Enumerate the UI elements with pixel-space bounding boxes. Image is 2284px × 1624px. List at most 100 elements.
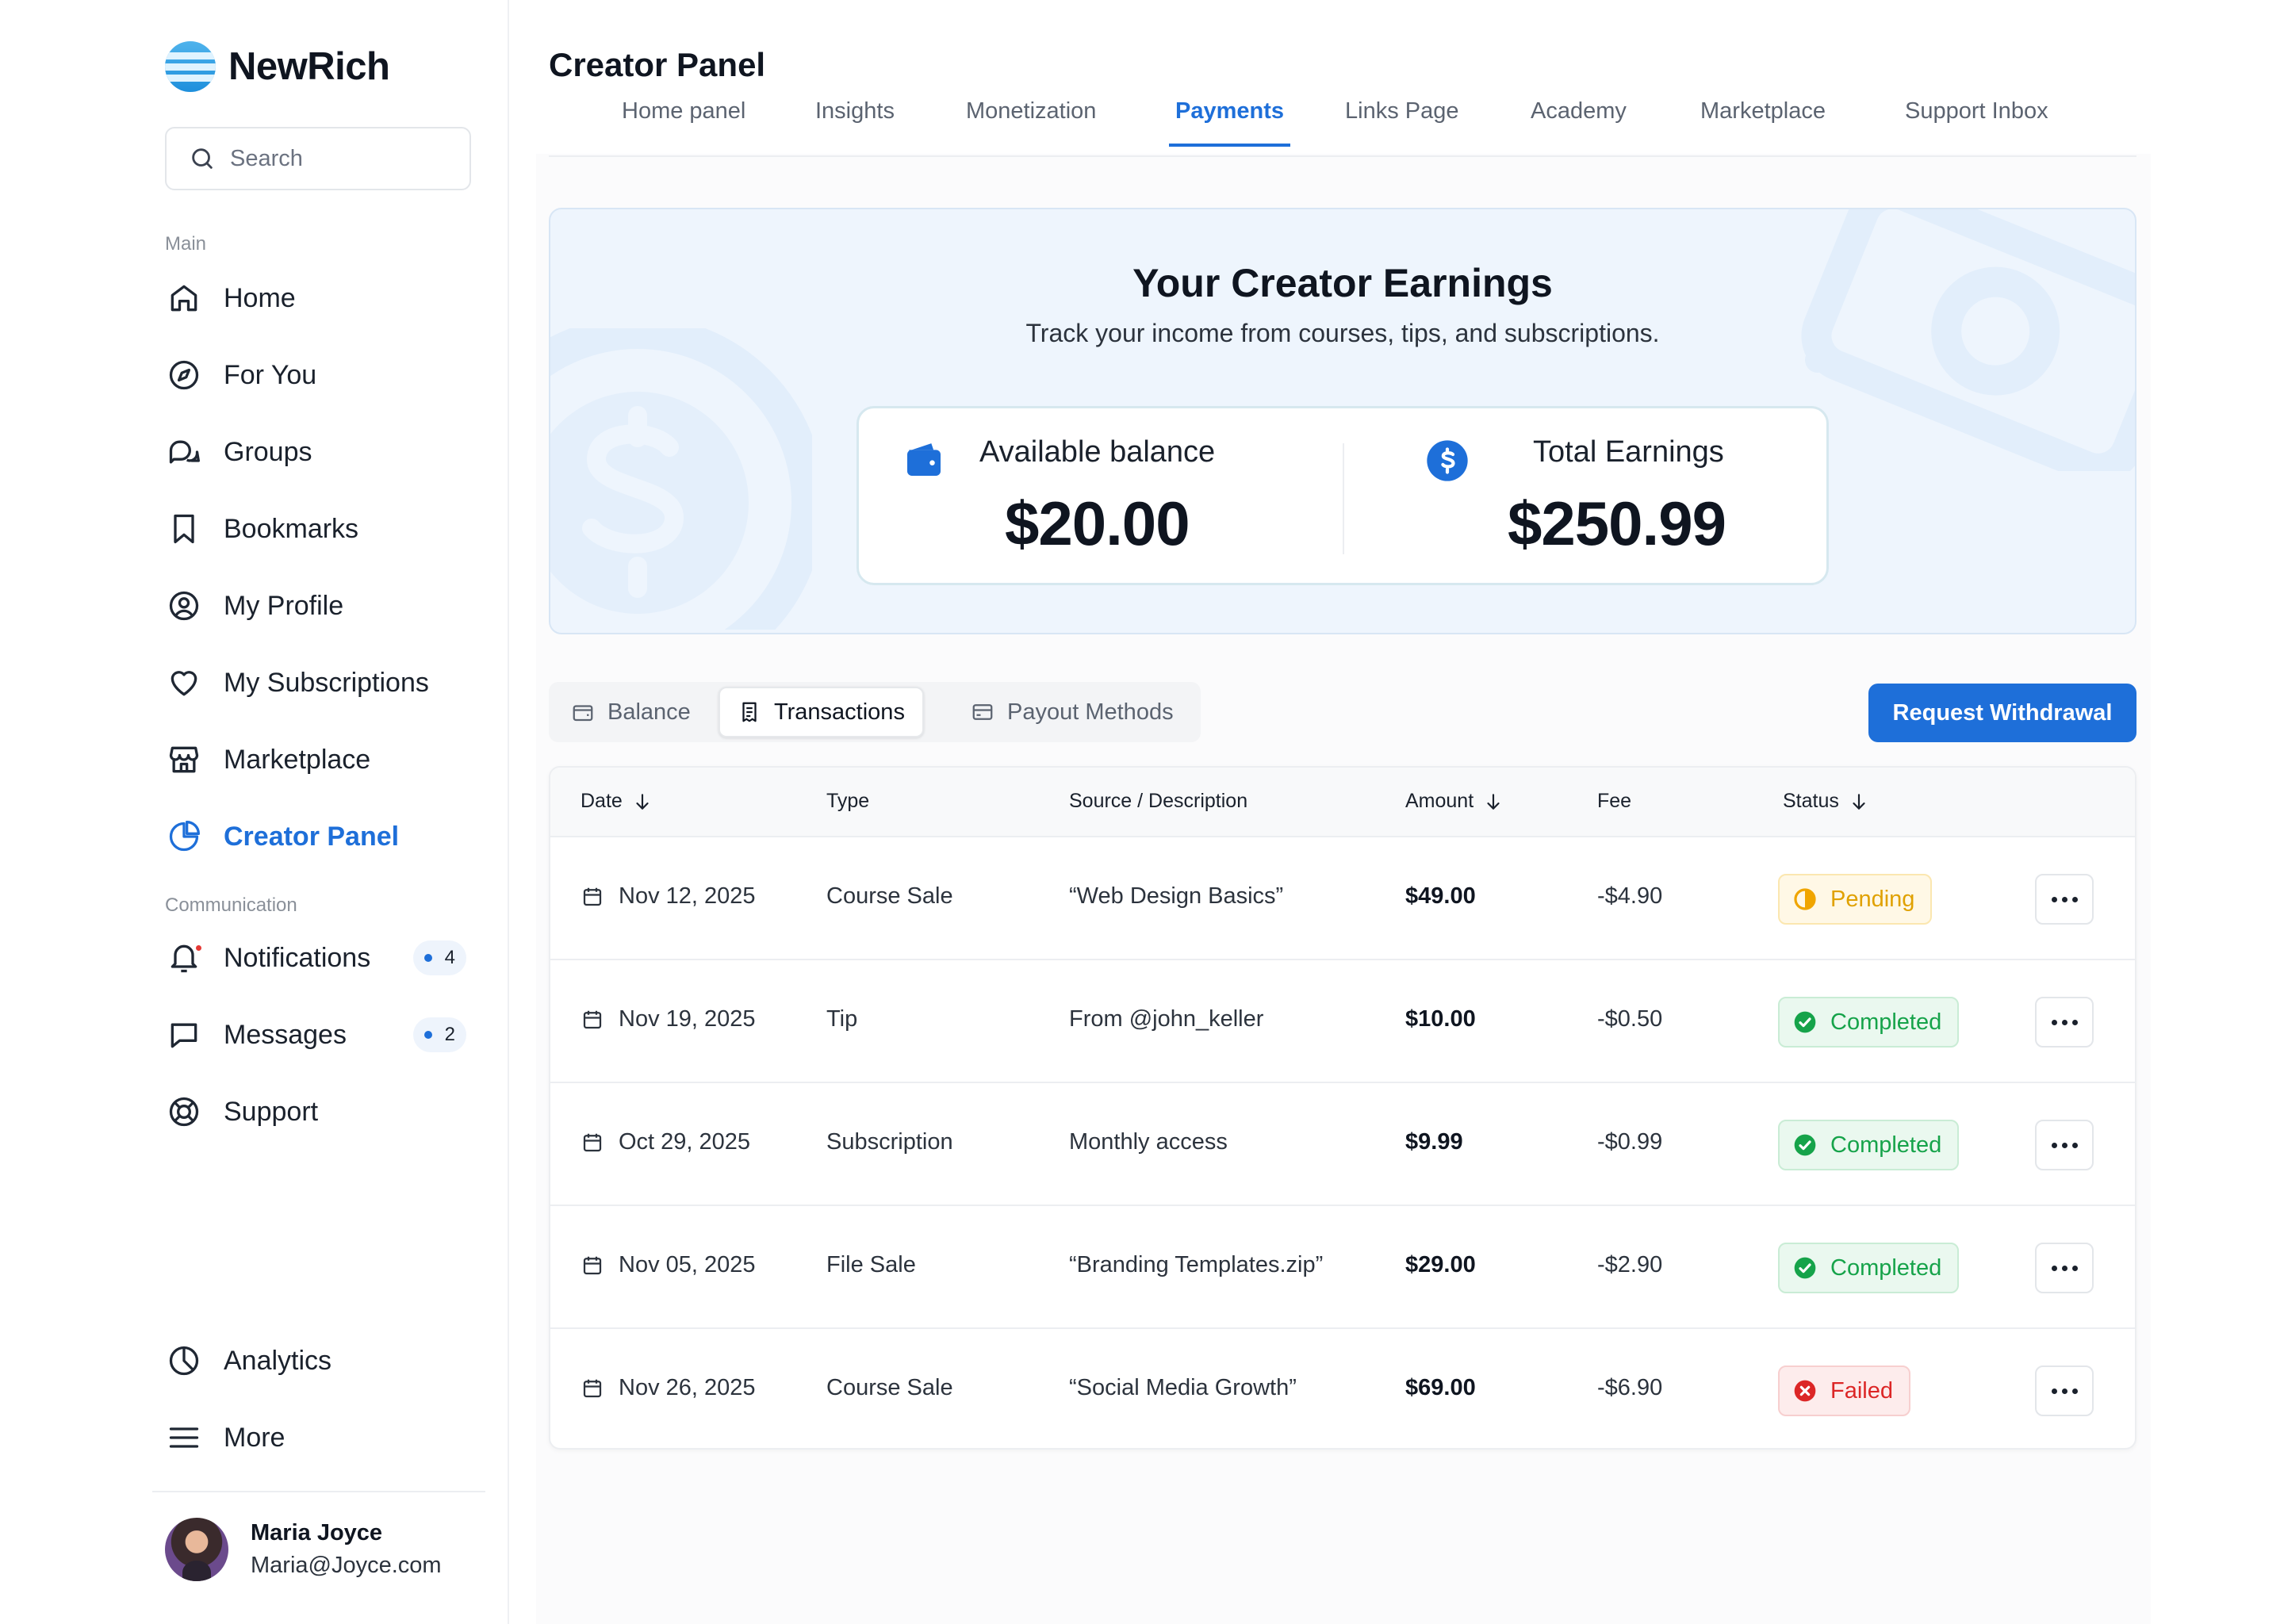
- segment-label: Payout Methods: [1007, 699, 1174, 725]
- tab-monetization[interactable]: Monetization: [966, 98, 1096, 144]
- sidebar-item-label: Support: [224, 1096, 319, 1127]
- cell-source: “Web Design Basics”: [1069, 883, 1284, 909]
- table-header: Date Type Source / Description Amount Fe…: [550, 768, 2135, 837]
- check-circle-icon: [1794, 1011, 1816, 1033]
- section-label-main: Main: [165, 233, 207, 255]
- sidebar-item-more[interactable]: More: [165, 1409, 474, 1466]
- search-input[interactable]: Search: [165, 127, 471, 190]
- notification-count-badge: 4: [412, 940, 466, 975]
- cell-source: From @john_keller: [1069, 1006, 1264, 1032]
- sidebar-item-analytics[interactable]: Analytics: [165, 1332, 474, 1389]
- segment-label: Balance: [607, 699, 691, 725]
- cell-amount: $29.00: [1405, 1252, 1476, 1277]
- badge-count: 2: [444, 1024, 455, 1045]
- column-header-status[interactable]: Status: [1783, 790, 1869, 813]
- available-balance-label: Available balance: [979, 435, 1216, 469]
- sidebar-item-support[interactable]: Support: [165, 1083, 474, 1140]
- coin-watermark-icon: [550, 328, 812, 630]
- table-row[interactable]: Nov 05, 2025 File Sale “Branding Templat…: [550, 1206, 2135, 1329]
- row-actions-button[interactable]: [2035, 1120, 2094, 1170]
- tab-links-page[interactable]: Links Page: [1345, 98, 1459, 144]
- cell-source: “Social Media Growth”: [1069, 1375, 1297, 1400]
- total-earnings-value: $250.99: [1508, 488, 1726, 558]
- sidebar-item-bookmarks[interactable]: Bookmarks: [165, 500, 474, 557]
- tab-payments[interactable]: Payments: [1169, 98, 1291, 147]
- cell-amount: $10.00: [1405, 1006, 1476, 1032]
- sidebar-item-label: My Profile: [224, 590, 344, 621]
- user-name: Maria Joyce: [251, 1520, 383, 1545]
- sidebar-item-notifications[interactable]: Notifications 4: [165, 929, 474, 986]
- logo[interactable]: NewRich: [165, 41, 390, 92]
- tab-home-panel[interactable]: Home panel: [622, 98, 745, 144]
- status-badge: Completed: [1778, 1120, 1960, 1170]
- calendar-icon: [583, 1133, 602, 1151]
- divider: [152, 1491, 485, 1492]
- cell-source: Monthly access: [1069, 1129, 1228, 1155]
- row-actions-button[interactable]: [2035, 1365, 2094, 1416]
- cell-date: Oct 29, 2025: [581, 1129, 750, 1155]
- table-row[interactable]: Nov 26, 2025 Course Sale “Social Media G…: [550, 1329, 2135, 1448]
- segment-balance[interactable]: Balance: [554, 687, 708, 737]
- cell-date: Nov 26, 2025: [581, 1375, 756, 1401]
- row-actions-button[interactable]: [2035, 997, 2094, 1048]
- cell-fee: -$0.99: [1597, 1129, 1663, 1155]
- sidebar-item-creator-panel[interactable]: Creator Panel: [165, 808, 474, 865]
- row-actions-button[interactable]: [2035, 1243, 2094, 1293]
- sort-arrow-down-icon: [1487, 793, 1500, 810]
- row-actions-button[interactable]: [2035, 874, 2094, 925]
- table-row[interactable]: Nov 19, 2025 Tip From @john_keller $10.0…: [550, 960, 2135, 1083]
- user-circle-icon: [165, 587, 203, 625]
- earnings-hero: Your Creator Earnings Track your income …: [549, 208, 2136, 634]
- message-count-badge: 2: [412, 1017, 466, 1052]
- wallet-outline-icon: [573, 705, 593, 722]
- status-badge: Completed: [1778, 1243, 1960, 1293]
- table-row[interactable]: Oct 29, 2025 Subscription Monthly access…: [550, 1083, 2135, 1206]
- badge-count: 4: [444, 947, 455, 968]
- cell-amount: $69.00: [1405, 1375, 1476, 1400]
- page-title: Creator Panel: [549, 46, 766, 83]
- bell-icon: [165, 939, 203, 977]
- table-row[interactable]: Nov 12, 2025 Course Sale “Web Design Bas…: [550, 837, 2135, 960]
- segment-payout-methods[interactable]: Payout Methods: [953, 687, 1191, 737]
- tab-marketplace[interactable]: Marketplace: [1700, 98, 1826, 144]
- bookmark-icon: [165, 510, 203, 548]
- status-badge: Pending: [1778, 874, 1933, 925]
- sidebar: NewRich Search Main Home For You Groups …: [0, 0, 509, 1624]
- tab-insights[interactable]: Insights: [815, 98, 895, 144]
- cell-fee: -$2.90: [1597, 1252, 1663, 1277]
- x-circle-icon: [1794, 1380, 1816, 1402]
- request-withdrawal-button[interactable]: Request Withdrawal: [1868, 684, 2136, 742]
- receipt-icon: [742, 702, 757, 722]
- sidebar-item-my-profile[interactable]: My Profile: [165, 577, 474, 634]
- hero-subtitle: Track your income from courses, tips, an…: [1025, 319, 1660, 347]
- segment-transactions[interactable]: Transactions: [719, 687, 924, 737]
- earnings-summary-card: Available balance $20.00 Total Earnings …: [856, 406, 1829, 585]
- user-profile[interactable]: Maria Joyce Maria@Joyce.com: [165, 1518, 442, 1581]
- menu-icon: [165, 1419, 203, 1457]
- cell-date: Nov 05, 2025: [581, 1252, 756, 1278]
- column-header-fee: Fee: [1597, 790, 1632, 812]
- chat-bubbles-icon: [165, 433, 203, 471]
- sidebar-item-for-you[interactable]: For You: [165, 347, 474, 404]
- cell-type: File Sale: [826, 1252, 916, 1277]
- unread-dot: [194, 944, 203, 952]
- cell-source: “Branding Templates.zip”: [1069, 1252, 1324, 1277]
- section-label-communication: Communication: [165, 894, 297, 916]
- cell-type: Course Sale: [826, 883, 953, 909]
- sidebar-item-messages[interactable]: Messages 2: [165, 1006, 474, 1063]
- tab-support-inbox[interactable]: Support Inbox: [1905, 98, 2048, 144]
- sidebar-item-label: Bookmarks: [224, 513, 359, 544]
- tab-bar: Home panel Insights Monetization Payment…: [549, 94, 2136, 157]
- sidebar-item-groups[interactable]: Groups: [165, 423, 474, 481]
- sidebar-item-label: Marketplace: [224, 744, 371, 775]
- transactions-table: Date Type Source / Description Amount Fe…: [549, 766, 2136, 1450]
- calendar-icon: [583, 887, 602, 906]
- sidebar-item-my-subscriptions[interactable]: My Subscriptions: [165, 654, 474, 711]
- credit-card-icon: [972, 704, 993, 720]
- sidebar-item-home[interactable]: Home: [165, 270, 474, 327]
- column-header-date[interactable]: Date: [581, 790, 653, 813]
- tab-academy[interactable]: Academy: [1531, 98, 1627, 144]
- column-header-amount[interactable]: Amount: [1405, 790, 1504, 813]
- storefront-icon: [165, 741, 203, 779]
- sidebar-item-marketplace[interactable]: Marketplace: [165, 731, 474, 788]
